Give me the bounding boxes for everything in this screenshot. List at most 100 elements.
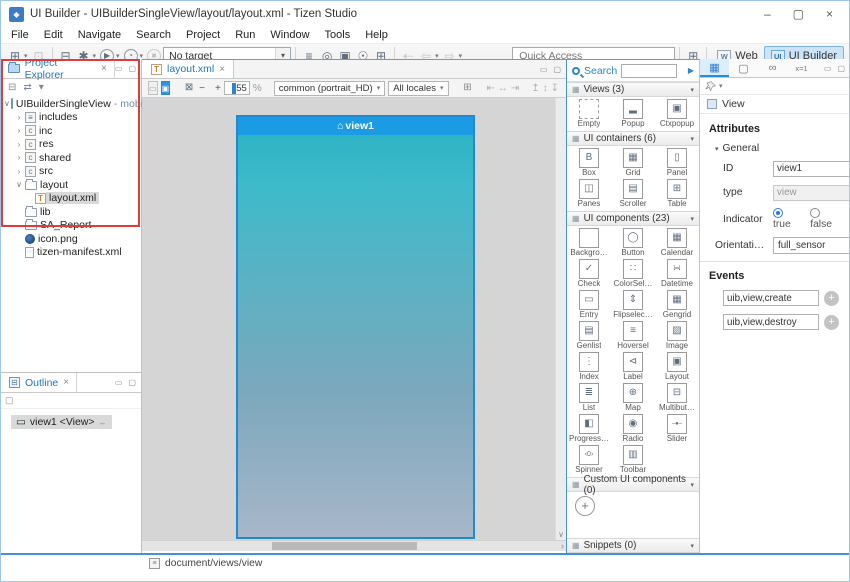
zoom-value-input[interactable] xyxy=(224,81,250,95)
maximize-button[interactable]: ▢ xyxy=(793,7,804,21)
orientation-select[interactable]: full_sensor ▾ xyxy=(773,237,850,254)
horizontal-scrollbar-thumb[interactable] xyxy=(272,542,417,550)
palette-item-index[interactable]: ⋮ Index xyxy=(567,352,611,383)
maximize-panel-icon[interactable]: ▢ xyxy=(837,64,845,73)
chevron-down-icon[interactable]: ▾ xyxy=(690,215,694,223)
minimize-panel-icon[interactable]: ▭ xyxy=(115,64,123,73)
palette-item-box[interactable]: B Box xyxy=(567,148,611,179)
palette-item-slider[interactable]: –●– Slider xyxy=(655,414,699,445)
collapse-arrow-icon[interactable]: › xyxy=(14,153,24,162)
menu-window[interactable]: Window xyxy=(270,29,309,41)
resolution-select[interactable]: common (portrait_HD) ▾ xyxy=(274,81,385,96)
palette-item-gengrid[interactable]: ▦ Gengrid xyxy=(655,290,699,321)
close-button[interactable]: × xyxy=(826,7,833,21)
palette-item-list[interactable]: ≣ List xyxy=(567,383,611,414)
view1-content-area[interactable] xyxy=(238,135,473,537)
tab-project-explorer[interactable]: Project Explorer × xyxy=(1,59,115,78)
palette-item-scroller[interactable]: ▤ Scroller xyxy=(611,179,655,210)
menu-edit[interactable]: Edit xyxy=(44,29,63,41)
tree-item-layout-xml[interactable]: T layout.xml xyxy=(34,192,141,206)
palette-item-button[interactable]: ◯ Button xyxy=(611,228,655,259)
align-middle-icon[interactable]: ↕ xyxy=(543,83,548,94)
menu-file[interactable]: File xyxy=(11,29,29,41)
section-header-custom[interactable]: ▦ Custom UI components (0) ▾ xyxy=(567,477,699,492)
section-header-snippets[interactable]: ▦ Snippets (0) ▾ xyxy=(567,538,699,553)
view1-design-surface[interactable]: ⌂ view1 xyxy=(236,115,475,539)
design-canvas[interactable]: ⌂ view1 ∨ xyxy=(142,98,566,540)
align-top-icon[interactable]: ↥ xyxy=(531,83,539,94)
minimize-panel-icon[interactable]: ▭ xyxy=(115,378,123,387)
palette-item-panes[interactable]: ◫ Panes xyxy=(567,179,611,210)
collapse-arrow-icon[interactable]: › xyxy=(14,140,24,149)
expand-arrow-icon[interactable]: ∨ xyxy=(4,99,10,108)
tab-layout-xml[interactable]: T layout.xml × xyxy=(142,60,234,78)
tree-item-project[interactable]: ∨ UIBuilderSingleView - mobile-4.0 xyxy=(4,97,141,111)
align-bottom-icon[interactable]: ↧ xyxy=(551,83,559,94)
tree-item-shared[interactable]: › c shared xyxy=(14,151,141,165)
palette-item-check[interactable]: ✓ Check xyxy=(567,259,611,290)
palette-item-table[interactable]: ⊞ Table xyxy=(655,179,699,210)
tree-item-icon-png[interactable]: icon.png xyxy=(24,232,141,246)
pin-icon[interactable] xyxy=(705,81,716,92)
tab-variables[interactable]: x=1 xyxy=(787,59,816,77)
palette-item-radio[interactable]: ◉ Radio xyxy=(611,414,655,445)
canvas-vertical-scrollbar[interactable]: ∨ xyxy=(555,98,566,540)
tab-resources[interactable]: ∞ xyxy=(758,59,787,77)
zoom-slider-thumb[interactable] xyxy=(232,83,236,94)
collapse-all-icon[interactable]: ⊟ xyxy=(8,82,16,93)
general-group-header[interactable]: ▾ General xyxy=(715,143,841,154)
view-menu-icon[interactable]: ▾ xyxy=(39,82,44,93)
tree-item-res[interactable]: › c res xyxy=(14,138,141,152)
palette-search-input[interactable] xyxy=(621,64,677,78)
chevron-down-icon[interactable]: ▾ xyxy=(690,86,694,94)
maximize-panel-icon[interactable]: ▢ xyxy=(128,64,136,73)
expand-arrow-icon[interactable]: ∨ xyxy=(14,180,24,189)
palette-item-toolbar[interactable]: ▥ Toolbar xyxy=(611,445,655,476)
design-view-mode-button[interactable]: ▣ xyxy=(161,81,171,95)
palette-item-progressbar[interactable]: ◧ Progress… xyxy=(567,414,611,445)
tree-item-inc[interactable]: › c inc xyxy=(14,124,141,138)
tree-item-includes[interactable]: › ≡ includes xyxy=(14,111,141,125)
palette-item-empty[interactable]: Empty xyxy=(567,99,611,130)
palette-item-label[interactable]: ⊲ Label xyxy=(611,352,655,383)
maximize-panel-icon[interactable]: ▢ xyxy=(128,378,136,387)
palette-item-entry[interactable]: ▭ Entry xyxy=(567,290,611,321)
add-custom-component-button[interactable]: + xyxy=(575,496,595,516)
pin-dropdown-icon[interactable]: ▾ xyxy=(719,82,723,90)
palette-item-flipselector[interactable]: ⇕ Flipselec… xyxy=(611,290,655,321)
scroll-right-icon[interactable]: › xyxy=(561,541,564,552)
tab-outline[interactable]: ⊟ Outline × xyxy=(1,373,77,392)
canvas-horizontal-scrollbar[interactable]: › xyxy=(142,540,566,551)
locale-select[interactable]: All locales ▾ xyxy=(388,81,448,96)
palette-item-genlist[interactable]: ▤ Genlist xyxy=(567,321,611,352)
palette-item-grid[interactable]: ▦ Grid xyxy=(611,148,655,179)
event-destroy-field[interactable] xyxy=(723,314,819,330)
chevron-down-icon[interactable]: ▾ xyxy=(690,481,694,489)
tree-item-tizen-manifest[interactable]: tizen-manifest.xml xyxy=(24,246,141,260)
add-event-button[interactable]: + xyxy=(824,315,839,330)
align-center-icon[interactable]: ↔ xyxy=(498,83,508,94)
link-with-editor-icon[interactable]: ⇄ xyxy=(23,82,31,93)
palette-item-popup[interactable]: ▂ Popup xyxy=(611,99,655,130)
palette-item-layout[interactable]: ▣ Layout xyxy=(655,352,699,383)
grid-toggle-icon[interactable]: ⊞ xyxy=(461,79,475,97)
tab-preview[interactable]: ▢ xyxy=(729,59,758,77)
collapse-arrow-icon[interactable]: › xyxy=(14,167,24,176)
menu-help[interactable]: Help xyxy=(365,29,388,41)
minimize-button[interactable]: – xyxy=(764,7,771,21)
zoom-in-icon[interactable]: + xyxy=(215,83,221,94)
minimize-panel-icon[interactable]: ▭ xyxy=(824,64,832,73)
section-header-components[interactable]: ▦ UI components (23) ▾ xyxy=(567,211,699,226)
menu-search[interactable]: Search xyxy=(136,29,171,41)
palette-item-panel[interactable]: ▯ Panel xyxy=(655,148,699,179)
menu-project[interactable]: Project xyxy=(186,29,220,41)
tree-item-lib[interactable]: lib xyxy=(24,205,141,219)
palette-item-calendar[interactable]: ▦ Calendar xyxy=(655,228,699,259)
search-go-icon[interactable]: ▶ xyxy=(688,66,694,75)
zoom-out-icon[interactable]: − xyxy=(199,83,205,94)
palette-item-map[interactable]: ⊕ Map xyxy=(611,383,655,414)
menu-navigate[interactable]: Navigate xyxy=(78,29,121,41)
chevron-down-icon[interactable]: ▾ xyxy=(690,135,694,143)
palette-item-hoversel[interactable]: ≡ Hoversel xyxy=(611,321,655,352)
align-right-icon[interactable]: ⇥ xyxy=(511,83,519,94)
